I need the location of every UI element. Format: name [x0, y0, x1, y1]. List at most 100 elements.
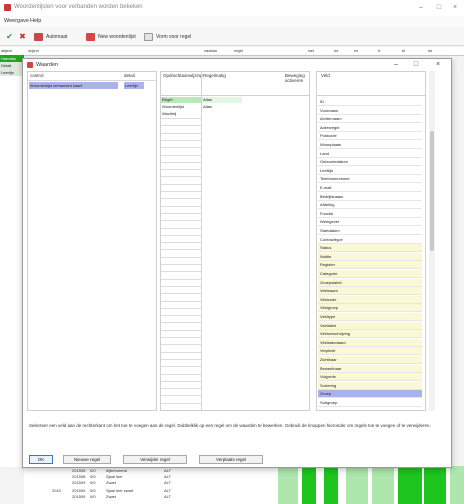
value-list-item[interactable]: Veldtype [318, 313, 422, 321]
value-col-header[interactable]: Regelmatig [203, 73, 226, 78]
value-list-item[interactable]: Land [318, 150, 422, 158]
grid-cell: ALT [164, 494, 172, 499]
rule-gridline [161, 278, 201, 280]
left-row[interactable]: Leerlijn [0, 69, 24, 76]
value-list-item[interactable]: Startdatum [318, 227, 422, 235]
grid-col-rt[interactable]: rt [378, 48, 380, 53]
rule-form-button[interactable]: Vorm voor regel [144, 31, 191, 43]
rule-value: Atlas [202, 97, 242, 103]
rule-gridline [161, 154, 201, 156]
ok-button[interactable]: OK [29, 455, 53, 464]
new-list-button[interactable]: New woordenlijst [86, 31, 136, 43]
rule-gridline [161, 198, 201, 200]
value-list-item[interactable]: Bewerkbaar [318, 364, 422, 373]
value-list-item[interactable]: Status [318, 244, 422, 253]
app-icon [4, 4, 11, 11]
value-list-item[interactable]: Groepslabel [318, 278, 422, 287]
value-list-item[interactable]: Voornaam [318, 107, 422, 115]
rule-gridline [161, 344, 201, 346]
value-list-item[interactable]: E-mail [318, 184, 422, 192]
move-rule-button[interactable]: Verplaats regel [199, 455, 263, 464]
delete-icon[interactable]: ✖ [18, 32, 27, 41]
dialog-maximize-icon[interactable]: □ [409, 60, 423, 70]
grid-col-cadeau[interactable]: cadeau [204, 48, 217, 53]
rule-gridline [161, 256, 201, 258]
rule-row[interactable]: Wachtrij [161, 111, 309, 117]
rule-gridline [161, 264, 201, 265]
value-list-item[interactable]: Afdeling [318, 201, 422, 210]
value-list-item[interactable]: Veldcode [318, 295, 422, 304]
rule-gridline [161, 169, 201, 171]
value-list-item[interactable]: Geboortedatum [318, 158, 422, 167]
activate-col-header[interactable]: Beweging activeren [285, 73, 309, 83]
value-list-item[interactable]: Veldstandaard [318, 338, 422, 347]
rule-gridline [161, 139, 201, 141]
value-list-item[interactable]: Functie [318, 210, 422, 218]
grid-col-ex[interactable]: ex [354, 48, 358, 53]
grid-cell: ALT [164, 474, 172, 479]
value-list-item[interactable]: Veldlabel [318, 321, 422, 330]
dialog-minimize-icon[interactable]: – [389, 60, 403, 70]
value-list-item[interactable]: Veldnaam [318, 287, 422, 296]
remove-rule-button[interactable]: Verwijder regel [123, 455, 187, 464]
automaat-icon [34, 33, 43, 41]
control-col-header[interactable]: control [30, 73, 44, 78]
automaat-button[interactable]: Automaat [34, 31, 67, 43]
detail-col-header[interactable]: detail [124, 73, 135, 78]
value-list-item[interactable]: Woonplaats [318, 141, 422, 149]
value-list-item[interactable]: Achternaam [318, 115, 422, 124]
grid-col-el[interactable]: el [402, 48, 405, 53]
value-list: Veld ID Voornaam Achternaam Adresregel Postc… [316, 71, 426, 411]
grid-col-rad[interactable]: rad [308, 48, 314, 53]
rule-row[interactable]: Woordenlijst Atlas [161, 104, 309, 110]
window-title: Woordenlijsten voor verbanden worden bek… [14, 4, 143, 10]
grid-cell: ALT [164, 468, 172, 473]
left-row[interactable]: object [0, 47, 24, 54]
rule-gridline [161, 358, 201, 360]
grid-col-sh[interactable]: sh [428, 48, 432, 53]
check-icon[interactable]: ✔ [5, 32, 14, 41]
value-list-item[interactable]: Sortering [318, 381, 422, 390]
grid-col-ne[interactable]: ne [334, 48, 338, 53]
minimize-icon[interactable]: – [412, 2, 430, 13]
grid-cell: 2010 [52, 488, 61, 493]
value-list-item[interactable]: Contracttype [318, 236, 422, 244]
value-list-item[interactable]: Verplicht [318, 347, 422, 356]
value-list-item[interactable]: ID [318, 98, 422, 106]
rule-name: Wachtrij [162, 111, 177, 116]
close-icon[interactable]: × [446, 2, 464, 13]
menu-view[interactable]: Weergave [4, 18, 29, 24]
value-list-item[interactable]: Notitie [318, 252, 422, 261]
value-list-item[interactable]: Groep [318, 390, 422, 399]
add-rule-button[interactable]: Nieuwe regel [63, 455, 111, 464]
rule-gridline [161, 307, 201, 309]
grid-green-block [324, 466, 338, 504]
value-list-item[interactable]: Categorie [318, 270, 422, 278]
dialog-close-icon[interactable]: × [431, 60, 445, 70]
value-list-item[interactable]: Veldgroep [318, 304, 422, 313]
value-list-item[interactable]: Adresregel [318, 124, 422, 132]
left-row[interactable]: Detail [0, 62, 24, 69]
value-list-item[interactable]: Leeftijd [318, 167, 422, 175]
value-list-item[interactable]: Postcode [318, 132, 422, 141]
value-list-item[interactable]: Bedrijfsnaam [318, 193, 422, 201]
value-list-item[interactable]: Volgorde [318, 373, 422, 382]
rule-row[interactable]: Regel Atlas [161, 97, 309, 103]
value-list-item[interactable]: Zichtbaar [318, 356, 422, 364]
rule-value [202, 111, 242, 117]
left-row[interactable]: Handtas [0, 55, 24, 62]
grid-green-block [346, 466, 368, 504]
value-list-item[interactable]: Telefoonnummer [318, 175, 422, 184]
grid-col-object[interactable]: object [28, 48, 39, 53]
grid-col-regel[interactable]: regel [234, 48, 243, 53]
value-list-item[interactable]: Werkgever [318, 218, 422, 227]
value-list-scrollbar[interactable] [429, 71, 435, 411]
control-row[interactable]: Woordenlijst verbanden kaart Leerlijn [28, 82, 156, 89]
rule-col-header[interactable]: Opdrachtaanwijzing [163, 73, 203, 78]
value-list-item[interactable]: Subgroep [318, 399, 422, 407]
grid-green-block [372, 466, 394, 504]
menu-help[interactable]: Help [30, 18, 41, 24]
value-list-item[interactable]: Veldomschrijving [318, 330, 422, 339]
value-list-item[interactable]: Register [318, 261, 422, 270]
scrollbar-thumb[interactable] [430, 131, 434, 251]
